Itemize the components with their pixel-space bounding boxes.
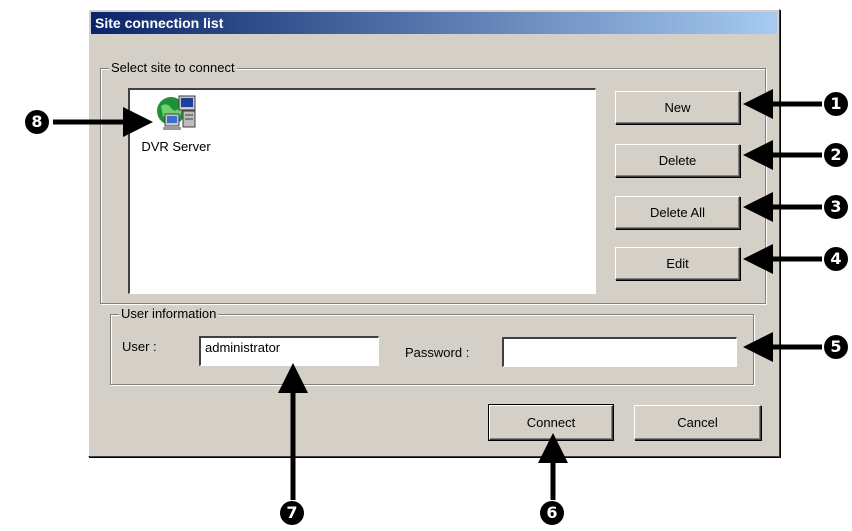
callout-1: 1 — [824, 92, 848, 116]
callout-2: 2 — [824, 143, 848, 167]
callout-7: 7 — [280, 501, 304, 525]
callout-6: 6 — [540, 501, 564, 525]
callout-4: 4 — [824, 247, 848, 271]
callout-8: 8 — [25, 110, 49, 134]
callout-3: 3 — [824, 195, 848, 219]
callout-5: 5 — [824, 335, 848, 359]
annotation-arrows — [53, 89, 822, 500]
